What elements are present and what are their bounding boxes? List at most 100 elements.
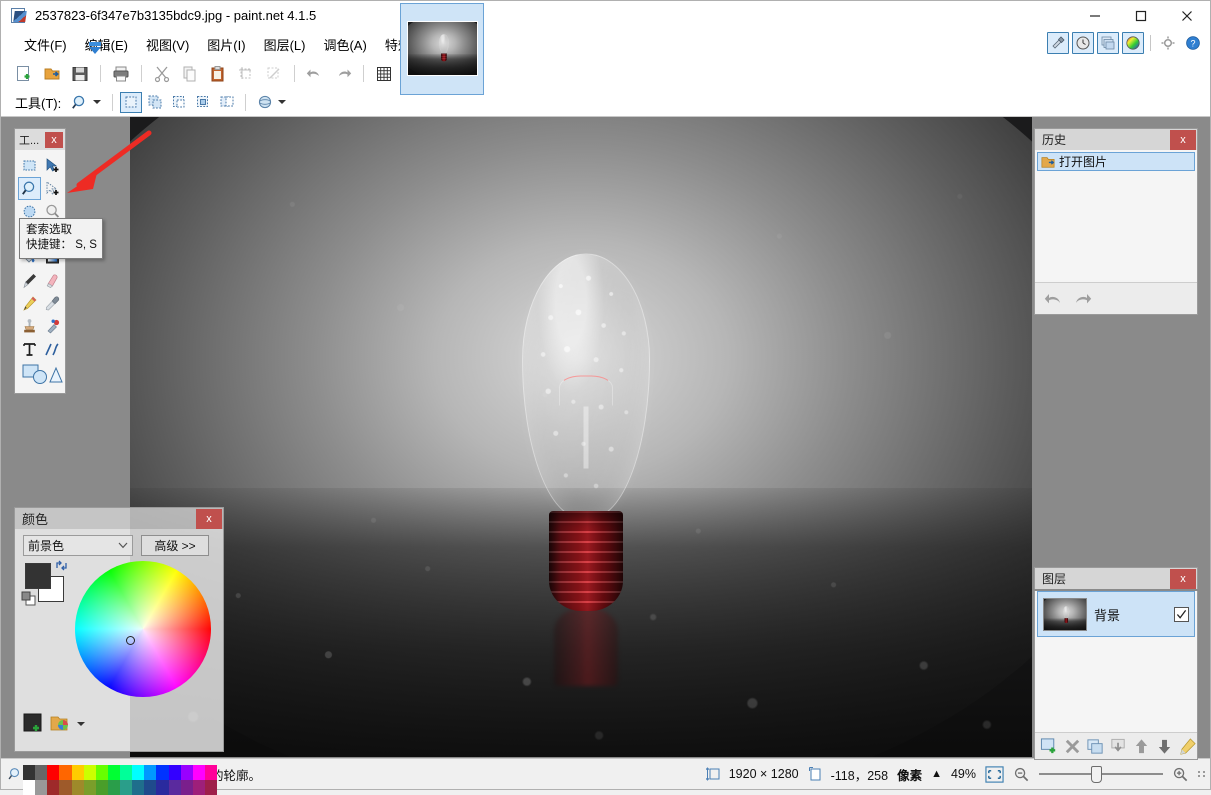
toggle-tools-window[interactable]	[1047, 32, 1069, 54]
palette-swatch[interactable]	[168, 780, 181, 795]
palette-folder-icon[interactable]	[50, 713, 71, 734]
toggle-colors-window[interactable]	[1122, 32, 1144, 54]
minimize-button[interactable]	[1072, 1, 1118, 30]
zoom-slider-thumb[interactable]	[1091, 766, 1102, 783]
units-caret-icon[interactable]: ▲	[931, 768, 942, 780]
delete-layer-icon[interactable]	[1063, 737, 1082, 756]
menu-layers[interactable]: 图层(L)	[255, 30, 315, 59]
image-canvas[interactable]	[130, 117, 1032, 757]
arrow-up-icon[interactable]	[1132, 737, 1151, 756]
document-thumbnail-strip[interactable]	[400, 3, 484, 95]
palette-swatch[interactable]	[180, 765, 193, 780]
advanced-button[interactable]: 高级 >>	[141, 535, 209, 556]
merge-down-icon[interactable]	[1109, 737, 1128, 756]
palette-swatch[interactable]	[168, 765, 181, 780]
redo-arrow-icon[interactable]	[1072, 290, 1092, 308]
palette-swatch[interactable]	[83, 765, 96, 780]
menu-adjustments[interactable]: 调色(A)	[314, 30, 375, 59]
redo-arrow-icon[interactable]	[330, 62, 356, 86]
thumbnail-dropdown-icon[interactable]	[87, 41, 103, 55]
swap-colors-icon[interactable]	[55, 559, 69, 572]
menu-image[interactable]: 图片(I)	[198, 30, 254, 59]
palette-swatch[interactable]	[144, 780, 157, 795]
tool-pencil[interactable]	[18, 292, 41, 315]
help-button[interactable]: ?	[1182, 32, 1204, 54]
active-tool-selector[interactable]	[67, 91, 105, 113]
menu-edit[interactable]: 编辑(E)	[76, 30, 137, 59]
tools-panel-close-button[interactable]: x	[45, 131, 63, 148]
palette-swatch[interactable]	[132, 780, 145, 795]
selection-union[interactable]	[144, 92, 166, 113]
palette-swatch[interactable]	[120, 765, 133, 780]
tool-rectangle-select[interactable]	[18, 154, 41, 177]
palette-swatch[interactable]	[23, 765, 36, 780]
colors-panel-header[interactable]: 颜色 x	[14, 507, 224, 529]
palette-swatch[interactable]	[144, 765, 157, 780]
toggle-history-window[interactable]	[1072, 32, 1094, 54]
palette-swatch[interactable]	[83, 780, 96, 795]
palette-swatch[interactable]	[95, 765, 108, 780]
deselect-icon[interactable]	[261, 62, 287, 86]
selection-exclude[interactable]	[168, 92, 190, 113]
palette-dropdown-icon[interactable]	[77, 721, 85, 726]
layer-visibility-checkbox[interactable]	[1174, 606, 1189, 622]
new-file-icon[interactable]	[11, 62, 37, 86]
tool-text[interactable]	[18, 338, 41, 361]
save-disk-icon[interactable]	[67, 62, 93, 86]
resize-grip[interactable]	[1198, 771, 1206, 777]
palette-swatch[interactable]	[47, 780, 60, 795]
palette-swatch[interactable]	[23, 780, 36, 795]
tool-recolor[interactable]	[41, 315, 64, 338]
palette-swatch[interactable]	[204, 780, 217, 795]
toggle-layers-window[interactable]	[1097, 32, 1119, 54]
arrow-down-icon[interactable]	[1155, 737, 1174, 756]
layer-item[interactable]: 背景	[1037, 591, 1195, 637]
menu-view[interactable]: 视图(V)	[137, 30, 198, 59]
tool-line-curve[interactable]	[41, 338, 64, 361]
close-button[interactable]	[1164, 1, 1210, 30]
palette-swatch[interactable]	[156, 780, 169, 795]
undo-arrow-icon[interactable]	[1044, 290, 1064, 308]
duplicate-layer-icon[interactable]	[1086, 737, 1105, 756]
printer-icon[interactable]	[108, 62, 134, 86]
layer-properties-icon[interactable]	[1178, 737, 1197, 756]
crop-icon[interactable]	[233, 62, 259, 86]
palette-swatch[interactable]	[59, 780, 72, 795]
palette-swatch[interactable]	[132, 765, 145, 780]
chevron-down-icon[interactable]	[278, 100, 287, 104]
palette-swatch[interactable]	[180, 780, 193, 795]
palette-swatch[interactable]	[35, 780, 48, 795]
palette-swatch[interactable]	[47, 765, 60, 780]
color-wheel[interactable]	[75, 561, 211, 697]
zoom-out-icon[interactable]	[1013, 766, 1030, 783]
copy-icon[interactable]	[177, 62, 203, 86]
document-thumbnail[interactable]	[407, 21, 478, 76]
reset-colors-icon[interactable]	[21, 591, 36, 606]
palette-swatch[interactable]	[71, 765, 84, 780]
history-panel-close-button[interactable]: x	[1170, 129, 1196, 150]
zoom-in-icon[interactable]	[1172, 766, 1189, 783]
palette-swatch[interactable]	[107, 765, 120, 780]
antialias-selector[interactable]	[253, 91, 290, 113]
layers-panel-header[interactable]: 图层 x	[1034, 567, 1198, 589]
fit-to-window-icon[interactable]	[985, 765, 1004, 784]
zoom-slider[interactable]	[1039, 766, 1163, 783]
palette-swatch[interactable]	[107, 780, 120, 795]
add-layer-icon[interactable]	[1040, 737, 1059, 756]
maximize-button[interactable]	[1118, 1, 1164, 30]
tool-move-selection[interactable]	[41, 177, 64, 200]
layers-panel-close-button[interactable]: x	[1170, 568, 1196, 589]
selection-xor[interactable]	[216, 92, 238, 113]
tool-move-selected[interactable]	[41, 154, 64, 177]
color-wheel-cursor[interactable]	[126, 636, 135, 645]
open-folder-icon[interactable]	[39, 62, 65, 86]
palette-swatch[interactable]	[71, 780, 84, 795]
palette-swatch[interactable]	[156, 765, 169, 780]
palette-swatch[interactable]	[204, 765, 217, 780]
tool-clone-stamp[interactable]	[18, 315, 41, 338]
selection-replace[interactable]	[120, 91, 143, 113]
paste-icon[interactable]	[205, 62, 231, 86]
color-target-select[interactable]: 前景色	[23, 535, 133, 556]
history-item[interactable]: 打开图片	[1037, 152, 1195, 171]
palette-swatch[interactable]	[95, 780, 108, 795]
